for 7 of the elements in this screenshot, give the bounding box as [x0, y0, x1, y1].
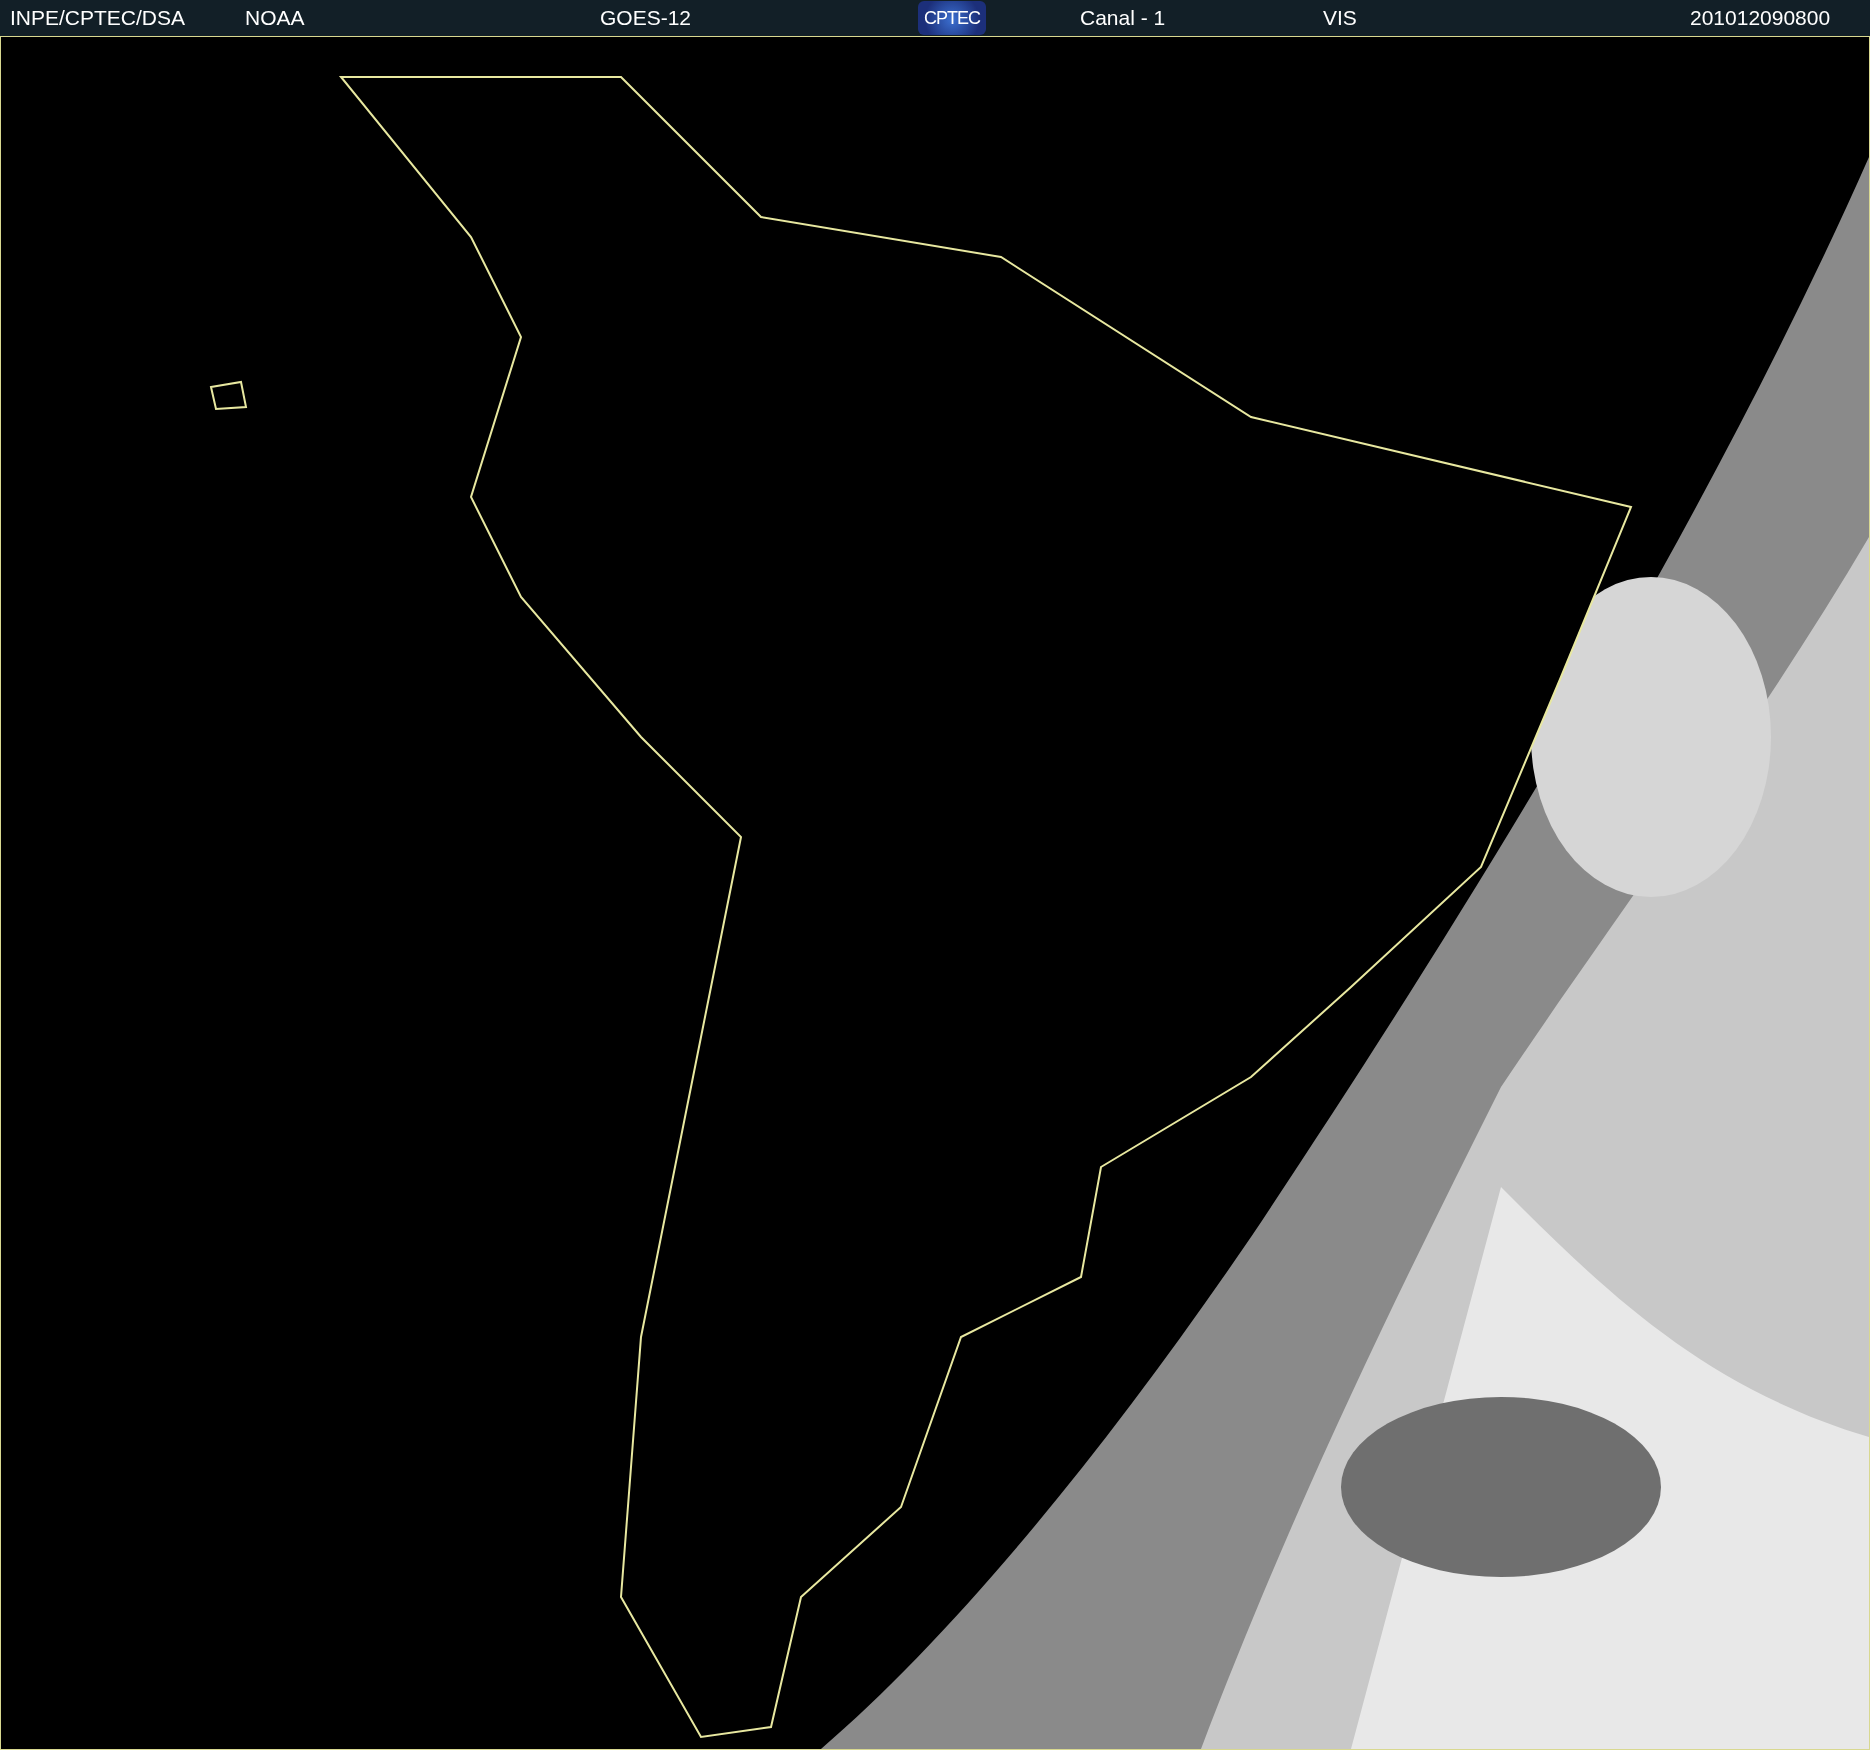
timestamp-label: 201012090800 — [1690, 6, 1831, 29]
channel-label: Canal - 1 — [1080, 6, 1166, 29]
agency-label: INPE/CPTEC/DSA — [10, 6, 186, 29]
source-label: NOAA — [245, 6, 305, 29]
logo: CPTEC — [918, 1, 986, 35]
satellite-label: GOES-12 — [600, 6, 692, 29]
band-label: VIS — [1323, 6, 1357, 29]
